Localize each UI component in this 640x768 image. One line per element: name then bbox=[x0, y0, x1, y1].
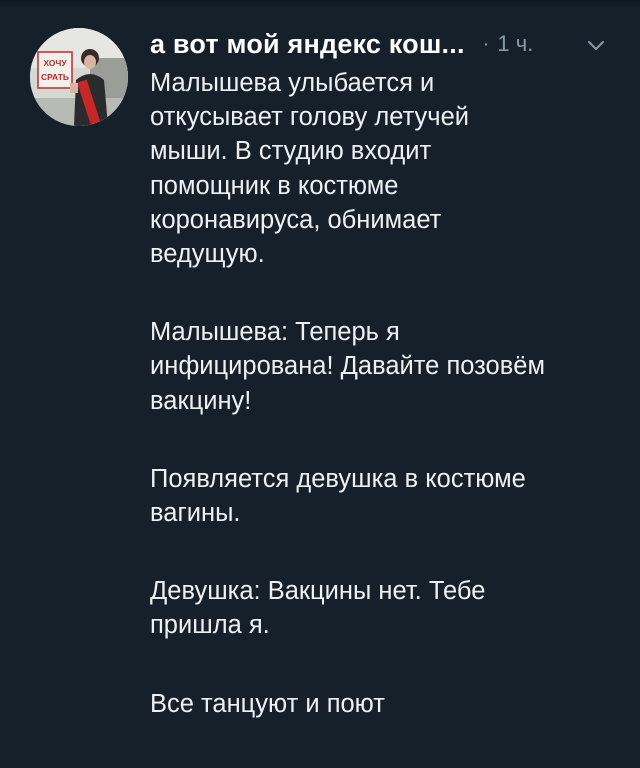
tweet-paragraph: Девушка: Вакцины нет. Тебе пришла я. bbox=[150, 577, 486, 640]
tweet[interactable]: ХОЧУ СРАТЬ а вот мой яндекс кош... · 1 ч… bbox=[0, 0, 640, 768]
chevron-down-icon[interactable] bbox=[584, 34, 608, 58]
tweet-paragraph: Появляется девушка в костюме вагины. bbox=[150, 464, 526, 528]
timestamp[interactable]: 1 ч. bbox=[497, 31, 533, 57]
tweet-header: а вот мой яндекс кош... · 1 ч. bbox=[150, 24, 630, 64]
tweet-paragraph: Малышева улыбается и откусывает голову л… bbox=[150, 69, 469, 269]
avatar[interactable]: ХОЧУ СРАТЬ bbox=[30, 28, 128, 126]
tweet-paragraph: Малышева: Теперь я инфицирована! Давайте… bbox=[150, 318, 545, 415]
author-name[interactable]: а вот мой яндекс кош... bbox=[150, 29, 465, 60]
svg-text:ХОЧУ: ХОЧУ bbox=[43, 58, 67, 68]
tweet-paragraph: Все танцуют и поют bbox=[150, 689, 385, 718]
avatar-photo: ХОЧУ СРАТЬ bbox=[30, 28, 128, 126]
time-separator: · bbox=[482, 32, 490, 55]
tweet-text: Малышева улыбается и откусывает голову л… bbox=[150, 66, 550, 721]
svg-text:СРАТЬ: СРАТЬ bbox=[41, 72, 69, 82]
